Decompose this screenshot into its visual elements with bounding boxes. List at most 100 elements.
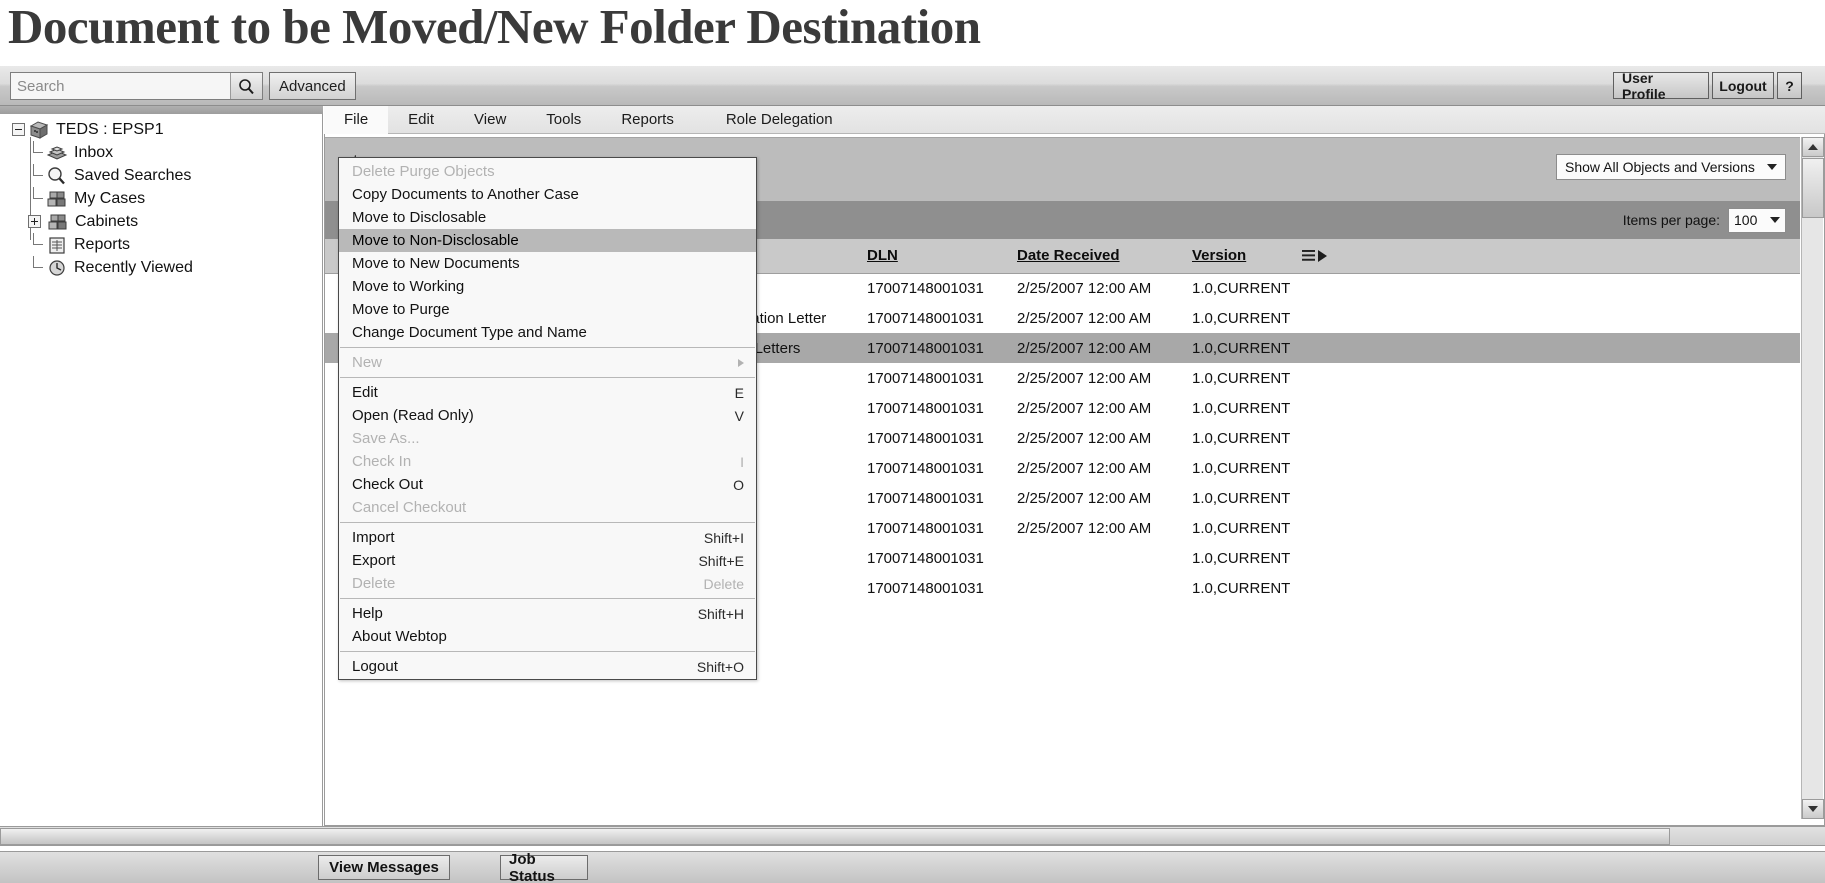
sidebar-item-label: Recently Viewed <box>73 259 193 277</box>
cell-pad <box>1298 333 1800 363</box>
help-button[interactable]: ? <box>1777 72 1802 99</box>
sidebar-item-cabinets[interactable]: Cabinets <box>12 210 193 233</box>
menu-item-move-to-non-disclosable[interactable]: Move to Non-Disclosable <box>339 229 756 252</box>
folders-icon <box>46 189 68 209</box>
menu-item-label: About Webtop <box>352 628 744 645</box>
sidebar-item-label: My Cases <box>73 190 145 208</box>
menu-file[interactable]: File <box>324 106 388 134</box>
menu-item-shortcut: Shift+I <box>704 530 744 546</box>
sidebar-panel: TEDS : EPSP1 Inbox <box>0 106 323 826</box>
cabinet-box-icon <box>28 120 50 140</box>
menu-edit[interactable]: Edit <box>388 106 454 134</box>
menu-item-new: New <box>339 351 756 374</box>
tree-expander-minus-icon[interactable] <box>12 123 25 136</box>
menu-role-delegation[interactable]: Role Delegation <box>694 106 853 134</box>
menu-item-logout[interactable]: LogoutShift+O <box>339 655 756 678</box>
cell-date-received: 2/25/2007 12:00 AM <box>1013 453 1188 483</box>
sidebar-item-reports[interactable]: Reports <box>12 233 193 256</box>
cell-pad <box>1298 363 1800 393</box>
cell-dln: 17007148001031 <box>863 543 1013 573</box>
sidebar-item-my-cases[interactable]: My Cases <box>12 187 193 210</box>
search-input[interactable] <box>11 73 230 99</box>
inbox-tray-icon <box>46 143 68 163</box>
filter-select-value: Show All Objects and Versions <box>1565 159 1755 175</box>
horizontal-scrollbar[interactable] <box>0 826 1825 846</box>
menu-item-edit[interactable]: EditE <box>339 381 756 404</box>
search-icon[interactable] <box>230 73 262 99</box>
job-status-button[interactable]: Job Status <box>500 855 588 880</box>
scroll-down-button[interactable] <box>1802 799 1824 819</box>
clock-person-icon <box>46 258 68 278</box>
scroll-up-button[interactable] <box>1802 137 1824 157</box>
chevron-down-icon <box>1770 217 1780 223</box>
logout-button[interactable]: Logout <box>1712 72 1774 99</box>
cell-pad <box>1298 273 1800 303</box>
vertical-scrollbar[interactable] <box>1801 137 1823 819</box>
menu-reports[interactable]: Reports <box>601 106 694 134</box>
menu-item-move-to-working[interactable]: Move to Working <box>339 275 756 298</box>
cell-dln: 17007148001031 <box>863 333 1013 363</box>
sidebar-item-saved-searches[interactable]: Saved Searches <box>12 164 193 187</box>
menu-bar: File Edit View Tools Reports Role Delega… <box>324 106 1825 134</box>
page-title: Document to be Moved/New Folder Destinat… <box>8 0 980 55</box>
menu-item-export[interactable]: ExportShift+E <box>339 549 756 572</box>
cell-date-received: 2/25/2007 12:00 AM <box>1013 513 1188 543</box>
view-messages-button[interactable]: View Messages <box>318 855 450 880</box>
vertical-scroll-thumb[interactable] <box>1802 158 1824 218</box>
cell-date-received: 2/25/2007 12:00 AM <box>1013 483 1188 513</box>
sidebar-item-label: TEDS : EPSP1 <box>55 121 164 139</box>
menu-item-check-in: Check InI <box>339 450 756 473</box>
cell-pad <box>1298 543 1800 573</box>
menu-item-help[interactable]: HelpShift+H <box>339 602 756 625</box>
menu-item-move-to-new-documents[interactable]: Move to New Documents <box>339 252 756 275</box>
advanced-search-button[interactable]: Advanced <box>269 72 356 100</box>
cell-dln: 17007148001031 <box>863 573 1013 603</box>
menu-tools[interactable]: Tools <box>526 106 601 134</box>
user-profile-button[interactable]: User Profile <box>1613 72 1709 99</box>
menu-item-cancel-checkout: Cancel Checkout <box>339 496 756 519</box>
cell-pad <box>1298 513 1800 543</box>
sidebar-item-recently-viewed[interactable]: Recently Viewed <box>12 256 193 279</box>
column-options-icon[interactable] <box>1298 239 1800 273</box>
menu-item-check-out[interactable]: Check OutO <box>339 473 756 496</box>
menu-item-import[interactable]: ImportShift+I <box>339 526 756 549</box>
cell-date-received: 2/25/2007 12:00 AM <box>1013 273 1188 303</box>
sidebar-item-teds-epsp1[interactable]: TEDS : EPSP1 <box>12 118 193 141</box>
cell-dln: 17007148001031 <box>863 273 1013 303</box>
menu-item-copy-documents-to-another-case[interactable]: Copy Documents to Another Case <box>339 183 756 206</box>
menu-item-label: Open (Read Only) <box>352 407 735 424</box>
cell-pad <box>1298 483 1800 513</box>
th-version[interactable]: Version <box>1188 239 1298 273</box>
menu-item-label: Move to Disclosable <box>352 209 744 226</box>
cell-pad <box>1298 393 1800 423</box>
menu-item-label: Cancel Checkout <box>352 499 744 516</box>
menu-item-shortcut: E <box>735 385 744 401</box>
menu-item-move-to-purge[interactable]: Move to Purge <box>339 298 756 321</box>
th-date-received[interactable]: Date Received <box>1013 239 1188 273</box>
cell-date-received <box>1013 573 1188 603</box>
sidebar-item-label: Reports <box>73 236 130 254</box>
menu-item-about-webtop[interactable]: About Webtop <box>339 625 756 648</box>
magnifier-icon <box>46 166 68 186</box>
object-version-filter-select[interactable]: Show All Objects and Versions <box>1556 154 1786 180</box>
menu-item-open-read-only[interactable]: Open (Read Only)V <box>339 404 756 427</box>
cell-version: 1.0,CURRENT <box>1188 393 1298 423</box>
menu-item-label: Check Out <box>352 476 733 493</box>
cell-pad <box>1298 573 1800 603</box>
menu-separator <box>340 598 755 599</box>
tree-expander-plus-icon[interactable] <box>28 215 41 228</box>
menu-item-label: Logout <box>352 658 697 675</box>
menu-item-shortcut: O <box>733 477 744 493</box>
horizontal-scroll-thumb[interactable] <box>0 828 1670 845</box>
menu-item-move-to-disclosable[interactable]: Move to Disclosable <box>339 206 756 229</box>
menu-item-change-document-type-and-name[interactable]: Change Document Type and Name <box>339 321 756 344</box>
menu-view[interactable]: View <box>454 106 526 134</box>
file-dropdown-menu[interactable]: Delete Purge ObjectsCopy Documents to An… <box>338 157 757 680</box>
menu-item-label: Move to Purge <box>352 301 744 318</box>
cell-dln: 17007148001031 <box>863 513 1013 543</box>
cell-date-received: 2/25/2007 12:00 AM <box>1013 333 1188 363</box>
menu-item-shortcut: I <box>740 454 744 470</box>
th-dln[interactable]: DLN <box>863 239 1013 273</box>
sidebar-item-inbox[interactable]: Inbox <box>12 141 193 164</box>
items-per-page-select[interactable]: 100 <box>1728 208 1786 233</box>
